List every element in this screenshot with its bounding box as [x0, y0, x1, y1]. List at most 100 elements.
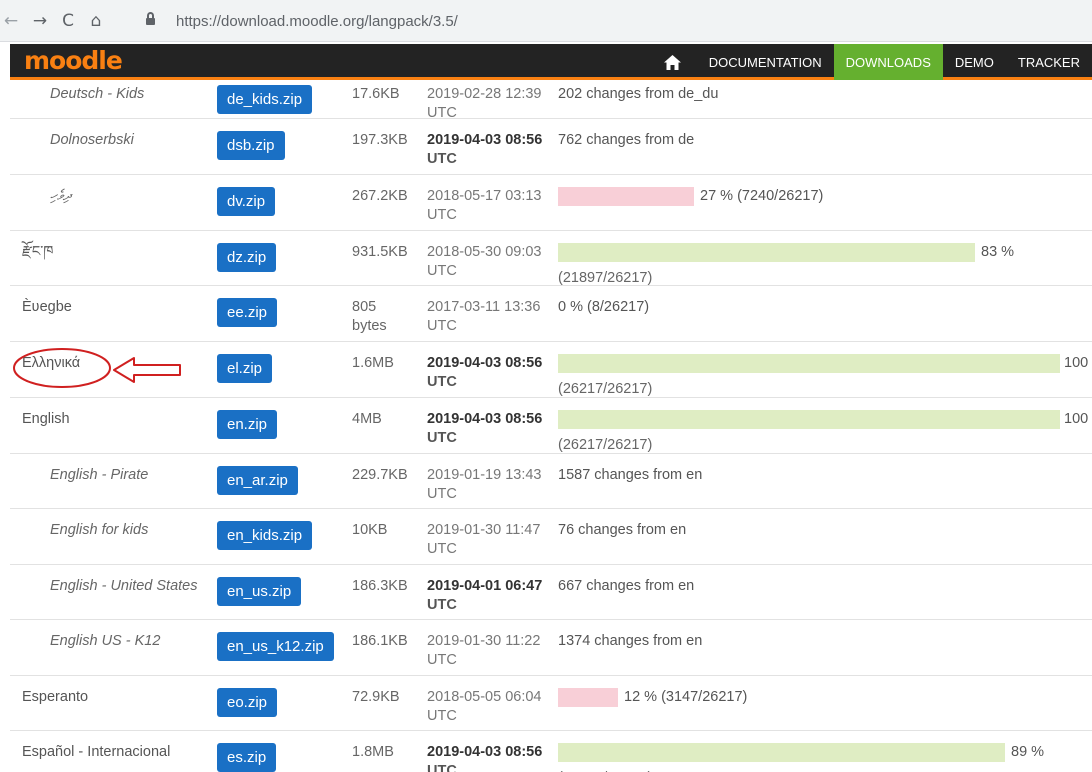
nav-demo[interactable]: DEMO: [943, 44, 1006, 80]
last-modified: 2018-05-05 06:04 UTC: [427, 688, 552, 726]
date-timezone: UTC: [427, 708, 457, 724]
moodle-logo[interactable]: moodle: [24, 46, 123, 75]
progress-percent: 89 %: [1011, 744, 1045, 760]
language-name: English - Pirate: [50, 467, 149, 483]
status-text: 667 changes from en: [558, 578, 695, 594]
lock-icon: [146, 12, 155, 27]
table-row: English en.zip 4MB 2019-04-03 08:56 UTC 100 %…: [10, 398, 1092, 454]
file-size: 1.6MB: [352, 355, 394, 371]
progress-fill: [558, 354, 1060, 373]
download-button[interactable]: en_us.zip: [217, 577, 302, 606]
date-value: 2019-04-03 08:56: [427, 411, 543, 427]
download-button[interactable]: es.zip: [217, 743, 277, 772]
table-row: Español - Internacional es.zip 1.8MB 2019-0…: [10, 731, 1092, 772]
date-value: 2019-01-19 13:43: [427, 467, 542, 483]
progress-bar: 100 % (26217/26217): [558, 410, 1092, 453]
language-name: Dolnoserbski: [50, 132, 134, 148]
language-name: English for kids: [50, 522, 149, 538]
site-navbar: moodle DOCUMENTATION DOWNLOADS DEMO TRAC…: [10, 44, 1092, 80]
nav-menu: DOCUMENTATION DOWNLOADS DEMO TRACKER: [653, 44, 1092, 80]
table-row: ދިވެހި dv.zip 267.2KB 2018-05-17 03:13 UTC 27…: [10, 175, 1092, 231]
progress-percent: 100 %: [1064, 411, 1092, 427]
langpack-table: Deutsch - Kids de_kids.zip 17.6KB 2019-02-2…: [10, 83, 1092, 772]
download-button[interactable]: en_us_k12.zip: [217, 632, 334, 661]
language-name: Deutsch - Kids: [50, 86, 145, 102]
file-size: 229.7KB: [352, 467, 408, 483]
download-button[interactable]: de_kids.zip: [217, 85, 313, 114]
last-modified: 2019-04-03 08:56 UTC: [427, 131, 552, 169]
progress-bar: 12 % (3147/26217): [558, 688, 1092, 730]
download-button[interactable]: dsb.zip: [217, 131, 285, 160]
nav-tracker[interactable]: TRACKER: [1006, 44, 1092, 80]
status-text: 1374 changes from en: [558, 633, 703, 649]
download-button[interactable]: en_kids.zip: [217, 521, 313, 550]
last-modified: 2019-01-30 11:47 UTC: [427, 521, 552, 559]
progress-bar: 89 %(23379/26217): [558, 743, 1092, 772]
progress-bar: 27 % (7240/26217): [558, 187, 1092, 229]
date-timezone: UTC: [427, 207, 457, 223]
file-size: 10KB: [352, 522, 388, 538]
date-timezone: UTC: [427, 151, 457, 167]
language-name: English US - K12: [50, 633, 161, 649]
last-modified: 2019-04-03 08:56 UTC: [427, 410, 552, 448]
file-size: 197.3KB: [352, 132, 408, 148]
file-size: 805 bytes: [352, 299, 387, 334]
download-button[interactable]: dz.zip: [217, 243, 277, 272]
date-timezone: UTC: [427, 374, 457, 390]
file-size: 17.6KB: [352, 86, 400, 102]
language-name: Èʋegbe: [22, 299, 72, 315]
nav-downloads[interactable]: DOWNLOADS: [833, 44, 943, 80]
download-button[interactable]: ee.zip: [217, 298, 278, 327]
date-value: 2019-04-01 06:47: [427, 578, 543, 594]
last-modified: 2019-01-30 11:22 UTC: [427, 632, 552, 670]
table-row: Deutsch - Kids de_kids.zip 17.6KB 2019-02-2…: [10, 83, 1092, 121]
date-value: 2018-05-17 03:13: [427, 188, 542, 204]
file-size: 186.3KB: [352, 578, 408, 594]
download-button[interactable]: en_ar.zip: [217, 466, 298, 495]
last-modified: 2018-05-17 03:13 UTC: [427, 187, 552, 225]
date-value: 2018-05-05 06:04: [427, 689, 542, 705]
last-modified: 2019-04-03 08:56 UTC: [427, 354, 552, 392]
date-value: 2019-01-30 11:22: [427, 633, 541, 649]
download-button[interactable]: en.zip: [217, 410, 278, 439]
last-modified: 2019-04-01 06:47 UTC: [427, 577, 552, 615]
language-name: Esperanto: [22, 689, 89, 705]
download-button[interactable]: eo.zip: [217, 688, 278, 717]
reload-icon[interactable]: C: [57, 10, 79, 32]
download-button[interactable]: el.zip: [217, 354, 273, 383]
download-button[interactable]: dv.zip: [217, 187, 276, 216]
progress-percent: 12 % (3147/26217): [624, 689, 748, 705]
table-row: English - United States en_us.zip 186.3KB 2…: [10, 565, 1092, 620]
home-icon[interactable]: [653, 44, 693, 80]
date-timezone: UTC: [427, 486, 457, 502]
date-value: 2019-02-28 12:39: [427, 86, 542, 102]
progress-fill: [558, 410, 1060, 429]
table-row: Èʋegbe ee.zip 805 bytes 2017-03-11 13:36 UTC…: [10, 286, 1092, 342]
progress-fill: [558, 187, 694, 206]
address-bar[interactable]: https://download.moodle.org/langpack/3.5…: [146, 11, 1092, 33]
table-row: རྫོང་ཁ dz.zip 931.5KB 2018-05-30 09:03 UTC 83…: [10, 231, 1092, 286]
progress-count: (26217/26217): [558, 437, 653, 453]
status-text: 762 changes from de: [558, 132, 695, 148]
date-value: 2019-04-03 08:56: [427, 744, 543, 760]
status-text: 76 changes from en: [558, 522, 687, 538]
browser-toolbar: ← → C ⌂ https://download.moodle.org/lang…: [0, 0, 1092, 42]
table-row: Dolnoserbski dsb.zip 197.3KB 2019-04-03 08:…: [10, 119, 1092, 175]
arrow-right-icon[interactable]: →: [29, 10, 51, 32]
last-modified: 2019-01-19 13:43 UTC: [427, 466, 552, 504]
arrow-left-icon[interactable]: ←: [0, 10, 22, 32]
home-icon[interactable]: ⌂: [85, 10, 107, 32]
progress-bar: 83 % (21897/26217): [558, 243, 1092, 286]
date-value: 2019-04-03 08:56: [427, 355, 543, 371]
date-value: 2019-01-30 11:47: [427, 522, 541, 538]
status-text: 0 % (8/26217): [558, 299, 650, 315]
nav-documentation[interactable]: DOCUMENTATION: [697, 44, 834, 80]
progress-fill: [558, 743, 1005, 762]
last-modified: 2018-05-30 09:03 UTC: [427, 243, 552, 281]
date-timezone: UTC: [427, 652, 457, 668]
last-modified: 2019-02-28 12:39 UTC: [427, 85, 552, 123]
date-timezone: UTC: [427, 430, 457, 446]
language-name: ދިވެހި: [50, 188, 71, 204]
date-timezone: UTC: [427, 597, 457, 613]
progress-percent: 27 % (7240/26217): [700, 188, 824, 204]
